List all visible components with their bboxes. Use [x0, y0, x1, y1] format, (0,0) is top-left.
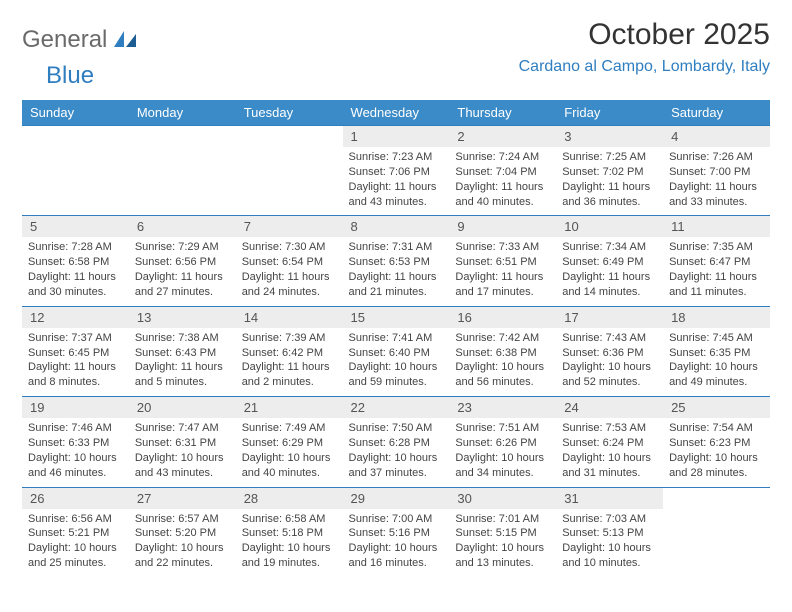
day-number	[236, 126, 343, 147]
logo-sail-icon	[114, 31, 136, 52]
day-cell-body: Sunrise: 7:24 AMSunset: 7:04 PMDaylight:…	[449, 147, 556, 215]
day-cell-body: Sunrise: 7:03 AMSunset: 5:13 PMDaylight:…	[556, 509, 663, 577]
day-cell-body: Sunrise: 7:50 AMSunset: 6:28 PMDaylight:…	[343, 418, 450, 486]
day-cell-body: Sunrise: 7:28 AMSunset: 6:58 PMDaylight:…	[22, 237, 129, 305]
day-cell-body: Sunrise: 7:49 AMSunset: 6:29 PMDaylight:…	[236, 418, 343, 486]
day-number: 8	[343, 216, 450, 237]
weekday-header: Wednesday	[343, 100, 450, 126]
day-cell-body: Sunrise: 7:33 AMSunset: 6:51 PMDaylight:…	[449, 237, 556, 305]
day-number: 20	[129, 397, 236, 418]
day-cell-body: Sunrise: 7:51 AMSunset: 6:26 PMDaylight:…	[449, 418, 556, 486]
day-number: 27	[129, 488, 236, 509]
day-number: 18	[663, 307, 770, 328]
day-cell-body: Sunrise: 7:42 AMSunset: 6:38 PMDaylight:…	[449, 328, 556, 396]
day-cell-body: Sunrise: 7:43 AMSunset: 6:36 PMDaylight:…	[556, 328, 663, 396]
day-number: 4	[663, 126, 770, 147]
day-cell-body: Sunrise: 7:31 AMSunset: 6:53 PMDaylight:…	[343, 237, 450, 305]
weekday-header: Tuesday	[236, 100, 343, 126]
day-cell-body: Sunrise: 7:38 AMSunset: 6:43 PMDaylight:…	[129, 328, 236, 396]
day-number: 5	[22, 216, 129, 237]
day-number: 28	[236, 488, 343, 509]
day-number	[22, 126, 129, 147]
day-number: 12	[22, 307, 129, 328]
day-number: 21	[236, 397, 343, 418]
logo-text-blue: Blue	[46, 62, 94, 89]
weekday-header-row: SundayMondayTuesdayWednesdayThursdayFrid…	[22, 100, 770, 126]
day-cell-body: Sunrise: 7:00 AMSunset: 5:16 PMDaylight:…	[343, 509, 450, 577]
day-number: 2	[449, 126, 556, 147]
day-number: 24	[556, 397, 663, 418]
calendar-table: SundayMondayTuesdayWednesdayThursdayFrid…	[22, 100, 770, 577]
day-number: 17	[556, 307, 663, 328]
day-cell-body: Sunrise: 7:34 AMSunset: 6:49 PMDaylight:…	[556, 237, 663, 305]
day-cell-body: Sunrise: 7:30 AMSunset: 6:54 PMDaylight:…	[236, 237, 343, 305]
day-number: 13	[129, 307, 236, 328]
day-number: 22	[343, 397, 450, 418]
day-number: 25	[663, 397, 770, 418]
day-number: 3	[556, 126, 663, 147]
day-number: 9	[449, 216, 556, 237]
day-cell-body: Sunrise: 6:58 AMSunset: 5:18 PMDaylight:…	[236, 509, 343, 577]
weekday-header: Monday	[129, 100, 236, 126]
day-number: 6	[129, 216, 236, 237]
day-cell-body: Sunrise: 7:39 AMSunset: 6:42 PMDaylight:…	[236, 328, 343, 396]
location: Cardano al Campo, Lombardy, Italy	[519, 58, 770, 76]
day-number: 30	[449, 488, 556, 509]
day-number: 11	[663, 216, 770, 237]
day-number: 14	[236, 307, 343, 328]
day-cell-body: Sunrise: 7:25 AMSunset: 7:02 PMDaylight:…	[556, 147, 663, 215]
weekday-header: Sunday	[22, 100, 129, 126]
day-cell-body: Sunrise: 7:54 AMSunset: 6:23 PMDaylight:…	[663, 418, 770, 486]
day-number: 1	[343, 126, 450, 147]
day-cell-body: Sunrise: 7:46 AMSunset: 6:33 PMDaylight:…	[22, 418, 129, 486]
day-cell-body: Sunrise: 7:01 AMSunset: 5:15 PMDaylight:…	[449, 509, 556, 577]
day-cell-body: Sunrise: 7:26 AMSunset: 7:00 PMDaylight:…	[663, 147, 770, 215]
day-cell-body: Sunrise: 7:35 AMSunset: 6:47 PMDaylight:…	[663, 237, 770, 305]
day-number: 26	[22, 488, 129, 509]
header: General Blue October 2025 Cardano al Cam…	[22, 18, 770, 90]
day-cell-body: Sunrise: 7:53 AMSunset: 6:24 PMDaylight:…	[556, 418, 663, 486]
day-cell-body: Sunrise: 7:23 AMSunset: 7:06 PMDaylight:…	[343, 147, 450, 215]
day-cell-body: Sunrise: 7:37 AMSunset: 6:45 PMDaylight:…	[22, 328, 129, 396]
day-number	[663, 488, 770, 509]
day-number: 7	[236, 216, 343, 237]
day-number: 10	[556, 216, 663, 237]
weekday-header: Thursday	[449, 100, 556, 126]
day-number: 23	[449, 397, 556, 418]
day-cell-body: Sunrise: 7:45 AMSunset: 6:35 PMDaylight:…	[663, 328, 770, 396]
day-cell-body: Sunrise: 7:29 AMSunset: 6:56 PMDaylight:…	[129, 237, 236, 305]
day-number: 19	[22, 397, 129, 418]
logo-text-general: General	[22, 26, 107, 53]
weekday-header: Friday	[556, 100, 663, 126]
day-cell-body: Sunrise: 6:57 AMSunset: 5:20 PMDaylight:…	[129, 509, 236, 577]
day-cell-body: Sunrise: 7:41 AMSunset: 6:40 PMDaylight:…	[343, 328, 450, 396]
day-number: 29	[343, 488, 450, 509]
day-cell-body: Sunrise: 6:56 AMSunset: 5:21 PMDaylight:…	[22, 509, 129, 577]
month-title: October 2025	[519, 18, 770, 52]
logo: General Blue	[22, 26, 136, 90]
day-number	[129, 126, 236, 147]
day-number: 31	[556, 488, 663, 509]
title-block: October 2025 Cardano al Campo, Lombardy,…	[519, 18, 770, 76]
weekday-header: Saturday	[663, 100, 770, 126]
day-number: 15	[343, 307, 450, 328]
day-cell-body: Sunrise: 7:47 AMSunset: 6:31 PMDaylight:…	[129, 418, 236, 486]
day-number: 16	[449, 307, 556, 328]
